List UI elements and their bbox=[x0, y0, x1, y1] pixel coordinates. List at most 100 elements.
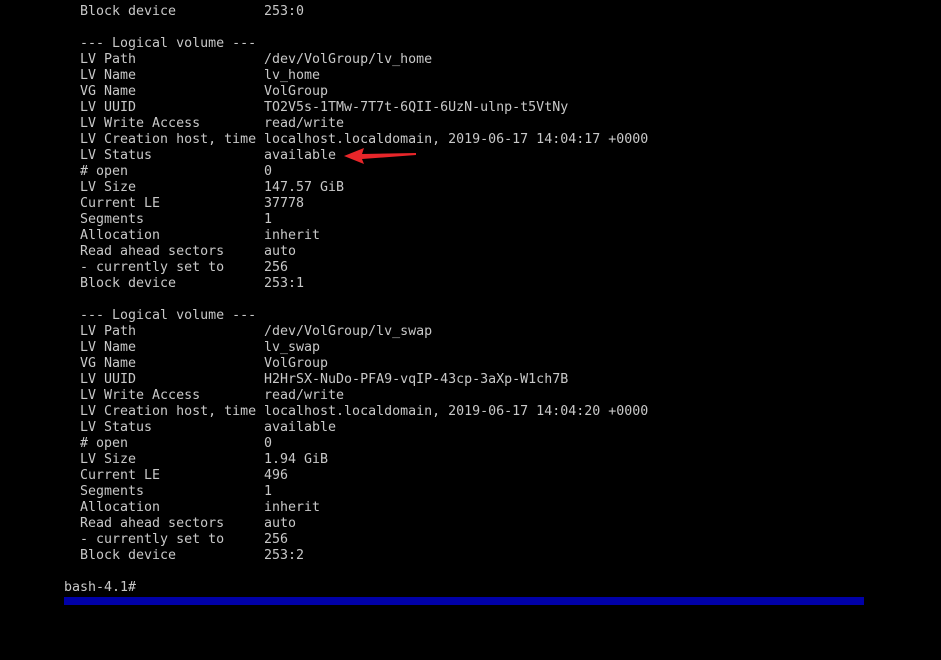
field-key: LV Size bbox=[80, 452, 137, 467]
terminal-line: - currently set to 256 bbox=[0, 532, 288, 548]
terminal-line: # open 0 bbox=[0, 436, 272, 452]
field-value: localhost.localdomain, 2019-06-17 14:04:… bbox=[264, 132, 649, 147]
field-value: lv_swap bbox=[264, 340, 321, 355]
terminal-line: VG Name VolGroup bbox=[0, 84, 328, 100]
terminal-line: Block device 253:0 bbox=[0, 4, 304, 20]
terminal-line: LV Status available bbox=[0, 148, 336, 164]
field-key: Current LE bbox=[80, 196, 161, 211]
field-key: Segments bbox=[80, 484, 145, 499]
field-key: LV UUID bbox=[80, 372, 137, 387]
terminal-line: Segments 1 bbox=[0, 484, 272, 500]
volume-header-text: --- Logical volume --- bbox=[80, 308, 257, 323]
terminal-cursor-bar bbox=[64, 597, 864, 605]
field-value: 147.57 GiB bbox=[264, 180, 345, 195]
terminal-line: LV Name lv_swap bbox=[0, 340, 320, 356]
field-value: 253:2 bbox=[264, 548, 305, 563]
field-key: - currently set to bbox=[80, 260, 225, 275]
field-value: auto bbox=[264, 516, 297, 531]
field-value: /dev/VolGroup/lv_swap bbox=[264, 324, 433, 339]
field-value: 0 bbox=[264, 164, 273, 179]
field-key: Current LE bbox=[80, 468, 161, 483]
field-value: available bbox=[264, 420, 337, 435]
terminal-line: - currently set to 256 bbox=[0, 260, 288, 276]
field-value: TO2V5s-1TMw-7T7t-6QII-6UzN-ulnp-t5VtNy bbox=[264, 100, 569, 115]
terminal-line: LV UUID H2HrSX-NuDo-PFA9-vqIP-43cp-3aXp-… bbox=[0, 372, 568, 388]
terminal-line: LV Status available bbox=[0, 420, 336, 436]
field-key: Segments bbox=[80, 212, 145, 227]
field-value: VolGroup bbox=[264, 84, 329, 99]
terminal-window[interactable]: Block device 253:0 --- Logical volume --… bbox=[0, 0, 941, 660]
field-value: 1 bbox=[264, 484, 273, 499]
field-key: Allocation bbox=[80, 500, 161, 515]
field-value: 253:1 bbox=[264, 276, 305, 291]
field-key: LV Path bbox=[80, 52, 137, 67]
terminal-line: LV Name lv_home bbox=[0, 68, 320, 84]
field-key: LV Write Access bbox=[80, 116, 201, 131]
volume-header: --- Logical volume --- bbox=[0, 308, 256, 324]
field-value: 256 bbox=[264, 532, 289, 547]
field-value: read/write bbox=[264, 388, 345, 403]
terminal-line: LV Path /dev/VolGroup/lv_swap bbox=[0, 324, 432, 340]
terminal-line: Allocation inherit bbox=[0, 500, 320, 516]
field-key: LV Name bbox=[80, 340, 137, 355]
field-value: H2HrSX-NuDo-PFA9-vqIP-43cp-3aXp-W1ch7B bbox=[264, 372, 569, 387]
field-value: 253:0 bbox=[264, 4, 305, 19]
shell-prompt-line[interactable]: bash-4.1# bbox=[0, 580, 136, 596]
field-key: Block device bbox=[80, 276, 177, 291]
terminal-line: Block device 253:2 bbox=[0, 548, 304, 564]
terminal-line: LV Write Access read/write bbox=[0, 388, 344, 404]
field-key: LV Size bbox=[80, 180, 137, 195]
terminal-line: LV Path /dev/VolGroup/lv_home bbox=[0, 52, 432, 68]
field-value: /dev/VolGroup/lv_home bbox=[264, 52, 433, 67]
field-value: 256 bbox=[264, 260, 289, 275]
terminal-line: LV Creation host, time localhost.localdo… bbox=[0, 404, 648, 420]
terminal-line: Segments 1 bbox=[0, 212, 272, 228]
terminal-line: Current LE 37778 bbox=[0, 196, 304, 212]
terminal-line: # open 0 bbox=[0, 164, 272, 180]
field-key: VG Name bbox=[80, 356, 137, 371]
terminal-line: LV UUID TO2V5s-1TMw-7T7t-6QII-6UzN-ulnp-… bbox=[0, 100, 568, 116]
field-value: 0 bbox=[264, 436, 273, 451]
field-value: 496 bbox=[264, 468, 289, 483]
field-key: LV Path bbox=[80, 324, 137, 339]
terminal-line: Block device 253:1 bbox=[0, 276, 304, 292]
terminal-line: Read ahead sectors auto bbox=[0, 516, 296, 532]
field-key: # open bbox=[80, 164, 129, 179]
field-key: LV Creation host, time bbox=[80, 404, 257, 419]
field-key: Block device bbox=[80, 548, 177, 563]
field-value: auto bbox=[264, 244, 297, 259]
field-value: 1.94 GiB bbox=[264, 452, 329, 467]
terminal-line: LV Size 147.57 GiB bbox=[0, 180, 344, 196]
field-value: lv_home bbox=[264, 68, 321, 83]
shell-prompt: bash-4.1# bbox=[64, 580, 137, 595]
field-key: VG Name bbox=[80, 84, 137, 99]
terminal-line: LV Creation host, time localhost.localdo… bbox=[0, 132, 648, 148]
field-value: inherit bbox=[264, 228, 321, 243]
field-key: LV UUID bbox=[80, 100, 137, 115]
field-key: LV Write Access bbox=[80, 388, 201, 403]
field-key: Block device bbox=[80, 4, 177, 19]
terminal-line: Allocation inherit bbox=[0, 228, 320, 244]
volume-header-text: --- Logical volume --- bbox=[80, 36, 257, 51]
field-key: LV Status bbox=[80, 148, 153, 163]
field-value: inherit bbox=[264, 500, 321, 515]
terminal-line: Current LE 496 bbox=[0, 468, 288, 484]
terminal-line: LV Write Access read/write bbox=[0, 116, 344, 132]
red-arrow-icon bbox=[344, 148, 416, 164]
field-value: VolGroup bbox=[264, 356, 329, 371]
field-key: LV Name bbox=[80, 68, 137, 83]
field-key: - currently set to bbox=[80, 532, 225, 547]
terminal-line: LV Size 1.94 GiB bbox=[0, 452, 328, 468]
field-key: # open bbox=[80, 436, 129, 451]
volume-header: --- Logical volume --- bbox=[0, 36, 256, 52]
field-key: LV Status bbox=[80, 420, 153, 435]
field-value: read/write bbox=[264, 116, 345, 131]
field-value: 37778 bbox=[264, 196, 305, 211]
field-value: available bbox=[264, 148, 337, 163]
field-value: localhost.localdomain, 2019-06-17 14:04:… bbox=[264, 404, 649, 419]
field-key: Allocation bbox=[80, 228, 161, 243]
field-key: Read ahead sectors bbox=[80, 516, 225, 531]
terminal-line: Read ahead sectors auto bbox=[0, 244, 296, 260]
terminal-line: VG Name VolGroup bbox=[0, 356, 328, 372]
field-key: LV Creation host, time bbox=[80, 132, 257, 147]
